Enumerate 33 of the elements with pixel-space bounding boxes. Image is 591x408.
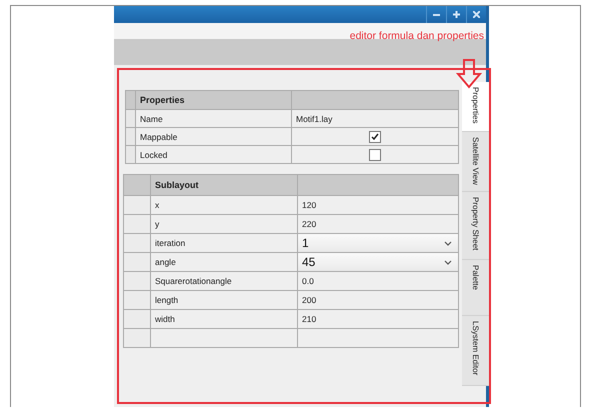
side-tab[interactable]: LSystem Editor: [462, 316, 489, 386]
property-name: y: [151, 215, 298, 234]
value-dropdown[interactable]: 45: [298, 253, 459, 272]
minimize-icon: [433, 13, 440, 16]
side-tab[interactable]: Properties: [462, 82, 489, 132]
table-header: Sublayout: [151, 175, 298, 196]
side-tab[interactable]: Satellite View: [462, 132, 489, 192]
property-value[interactable]: 120: [298, 196, 459, 215]
property-name: length: [151, 291, 298, 310]
property-name: Mappable: [136, 128, 292, 146]
side-tab[interactable]: Property Sheet: [462, 192, 489, 260]
table-header: Properties: [136, 91, 292, 110]
chevron-down-icon: [444, 260, 452, 264]
property-name: Name: [136, 110, 292, 128]
value-dropdown[interactable]: 1: [298, 234, 459, 253]
property-value[interactable]: Motif1.lay: [292, 110, 459, 128]
property-name: x: [151, 196, 298, 215]
property-value[interactable]: 200: [298, 291, 459, 310]
close-icon: [473, 11, 480, 18]
side-tab[interactable]: Palette: [462, 260, 489, 316]
property-value[interactable]: 210: [298, 310, 459, 329]
annotation-label: editor formula dan properties: [350, 30, 484, 42]
property-name: angle: [151, 253, 298, 272]
property-name: iteration: [151, 234, 298, 253]
property-value[interactable]: 0.0: [298, 272, 459, 291]
checkbox[interactable]: [369, 148, 381, 160]
plus-icon: [453, 11, 460, 18]
property-name: Locked: [136, 146, 292, 164]
property-name: Squarerotationangle: [151, 272, 298, 291]
property-name: width: [151, 310, 298, 329]
chevron-down-icon: [444, 240, 452, 246]
checkbox[interactable]: [369, 130, 381, 142]
property-value[interactable]: 220: [298, 215, 459, 234]
